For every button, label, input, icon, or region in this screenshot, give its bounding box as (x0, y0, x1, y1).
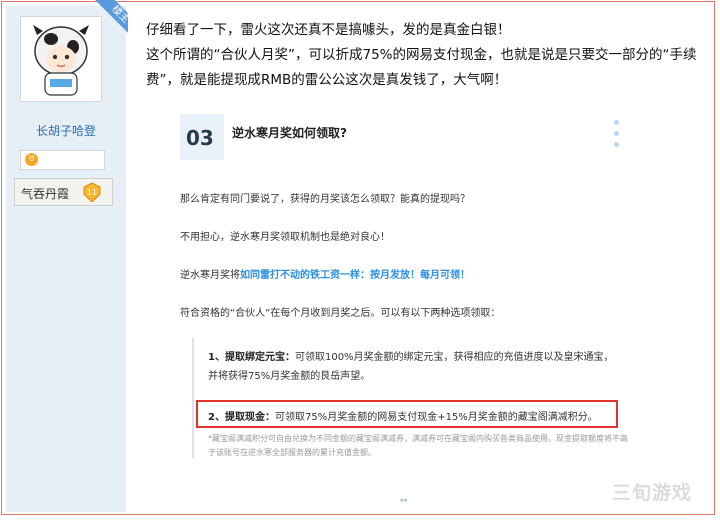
level-badge-number: 11 (87, 188, 97, 197)
section-number-box: 03 (180, 114, 224, 160)
option-footnote: *藏宝阁满减积分可自由兑换为不同金额的藏宝阁满减券，满减券可在藏宝阁内购买各类商… (208, 434, 628, 457)
section-title: 逆水寒月奖如何领取? (232, 126, 347, 140)
option-1: 1、提取绑定元宝：可领取100%月奖金额的绑定元宝，获得相应的充值进度以及皇宋通… (208, 348, 618, 386)
article-paragraph-3: 逆水寒月奖将如同雷打不动的铁工资一样：按月发放！每月可领！ (180, 268, 626, 283)
article-paragraph-1: 那么肯定有同门要说了，获得的月奖该怎么领取？能真的提现吗？ (180, 194, 470, 205)
decorative-dots (614, 120, 620, 153)
post-line-2: 这个所谓的“合伙人月奖”，可以折成75%的网易支付现金，也就是说是只要交一部分的… (146, 47, 697, 88)
post-body: 仔细看了一下，雷火这次还真不是搞噱头，发的是真金白银！ 这个所谓的“合伙人月奖”… (146, 18, 706, 93)
avatar-image (21, 17, 101, 101)
option-2-highlighted: 2、提取现金：可领取75%月奖金额的网易支付现金+15%月奖金额的藏宝阁满减积分… (196, 400, 618, 428)
option-1-title: 1、提取绑定元宝： (208, 352, 295, 363)
article-paragraph-2: 不用担心，逆水寒月奖领取机制也是绝对良心！ (180, 232, 390, 243)
user-rank: 气吞丹霞 11 (14, 178, 113, 206)
level-badge-icon[interactable]: 11 (82, 182, 102, 202)
medal-icon[interactable]: ♉ (25, 153, 38, 166)
section-number: 03 (186, 126, 214, 150)
option-2-text: 可领取75%月奖金额的网易支付现金+15%月奖金额的藏宝阁满减积分。 (274, 412, 598, 423)
username-link[interactable]: 长胡子哈登 (6, 122, 126, 139)
options-block: 1、提取绑定元宝：可领取100%月奖金额的绑定元宝，获得相应的充值进度以及皇宋通… (192, 338, 628, 458)
watermark: 三旬游戏 (612, 482, 693, 504)
medal-bar: ♉ (20, 150, 105, 170)
paragraph-3-prefix: 逆水寒月奖将 (180, 270, 240, 281)
option-2-title: 2、提取现金： (208, 412, 275, 423)
paragraph-3-highlight: 如同雷打不动的铁工资一样：按月发放！每月可领！ (240, 270, 470, 281)
embedded-article-image: 03 逆水寒月奖如何领取? 那么肯定有同门要说了，获得的月奖该怎么领取？能真的提… (180, 104, 628, 498)
avatar[interactable] (20, 16, 102, 102)
post-line-1: 仔细看了一下，雷火这次还真不是搞噱头，发的是真金白银！ (146, 22, 511, 38)
footer-expand-icon[interactable]: ↔ (400, 496, 408, 506)
rank-label: 气吞丹霞 (21, 187, 70, 201)
article-paragraph-4: 符合资格的“合伙人”在每个月收到月奖之后。可以有以下两种选项领取： (180, 308, 501, 319)
option-2-content: 2、提取现金：可领取75%月奖金额的网易支付现金+15%月奖金额的藏宝阁满减积分… (208, 408, 598, 423)
